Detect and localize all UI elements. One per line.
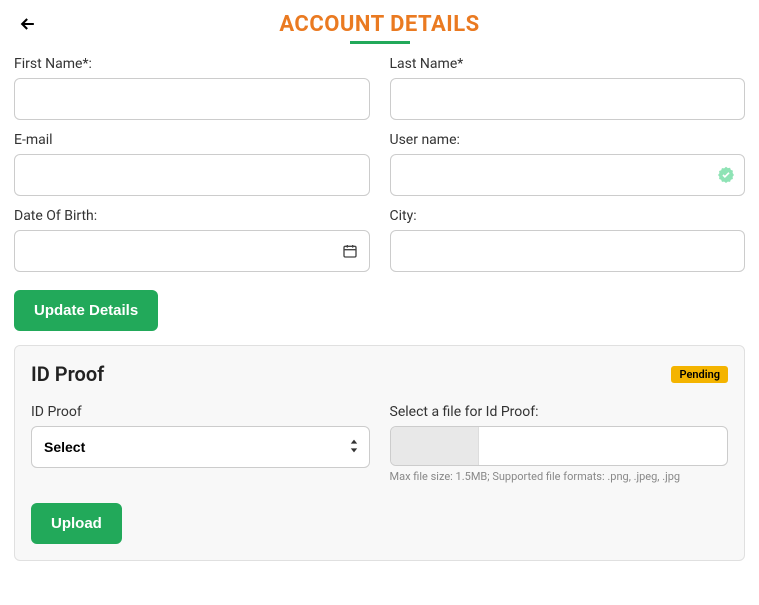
id-proof-select[interactable]: Select (31, 426, 370, 468)
file-input[interactable] (390, 426, 729, 466)
city-group: City: (390, 208, 746, 272)
status-badge: Pending (671, 366, 728, 383)
city-input[interactable] (390, 230, 746, 272)
id-proof-file-label: Select a file for Id Proof: (390, 404, 729, 420)
username-label: User name: (390, 132, 746, 148)
last-name-label: Last Name* (390, 56, 746, 72)
account-form: First Name*: Last Name* E-mail User name… (14, 56, 745, 272)
page-title: ACCOUNT DETAILS (279, 12, 479, 37)
first-name-input[interactable] (14, 78, 370, 120)
id-proof-header: ID Proof Pending (31, 362, 728, 386)
dob-input[interactable] (14, 230, 370, 272)
id-proof-grid: ID Proof Select Select a file for Id Pro… (31, 404, 728, 483)
id-proof-file-group: Select a file for Id Proof: Max file siz… (390, 404, 729, 483)
file-browse-button (391, 427, 479, 465)
username-group: User name: (390, 132, 746, 196)
email-input[interactable] (14, 154, 370, 196)
update-details-button[interactable]: Update Details (14, 290, 158, 331)
verified-badge-icon (717, 166, 735, 184)
email-label: E-mail (14, 132, 370, 148)
title-underline (350, 41, 410, 44)
email-group: E-mail (14, 132, 370, 196)
city-label: City: (390, 208, 746, 224)
username-input[interactable] (390, 154, 746, 196)
id-proof-section: ID Proof Pending ID Proof Select Select … (14, 345, 745, 561)
first-name-label: First Name*: (14, 56, 370, 72)
last-name-input[interactable] (390, 78, 746, 120)
first-name-group: First Name*: (14, 56, 370, 120)
page-header: ACCOUNT DETAILS (14, 12, 745, 44)
id-proof-select-label: ID Proof (31, 404, 370, 420)
last-name-group: Last Name* (390, 56, 746, 120)
id-proof-title: ID Proof (31, 362, 104, 386)
upload-button[interactable]: Upload (31, 503, 122, 544)
id-proof-select-group: ID Proof Select (31, 404, 370, 483)
dob-group: Date Of Birth: (14, 208, 370, 272)
file-hint-text: Max file size: 1.5MB; Supported file for… (390, 470, 729, 483)
back-arrow-icon[interactable] (18, 14, 38, 34)
dob-label: Date Of Birth: (14, 208, 370, 224)
